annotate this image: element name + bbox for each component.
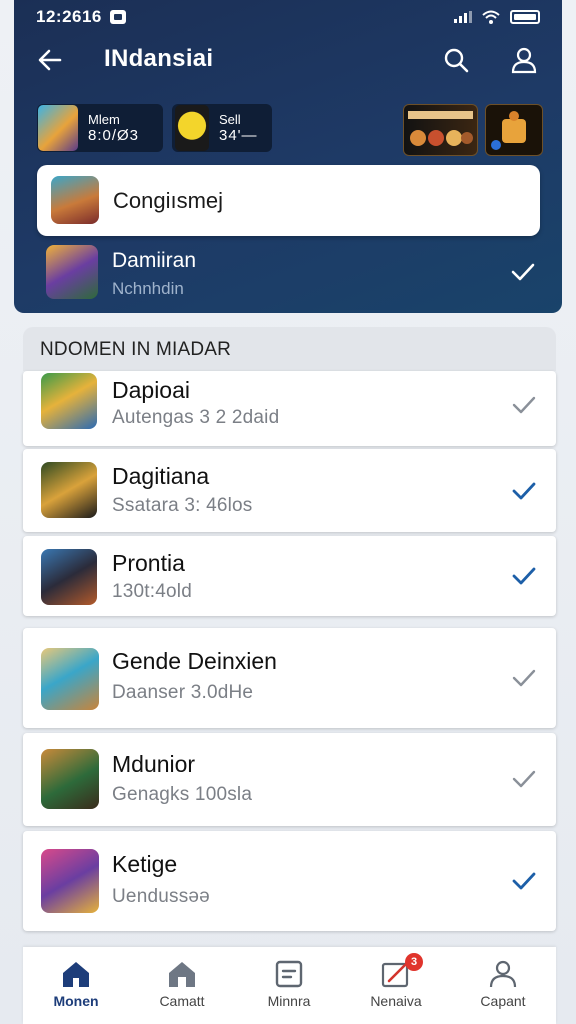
list-item[interactable]: Dapioai Autengas 3 2 2daid [23, 371, 556, 446]
list-item[interactable]: Gende Deinxien Daanser 3.0dHe [23, 628, 556, 728]
signal-icon [454, 11, 472, 23]
game-icon [41, 373, 97, 429]
notification-badge: 3 [405, 953, 423, 971]
section-header: NDOMEN IN MIADAR [23, 327, 556, 371]
item-subtitle: Genagks 100sla [112, 784, 253, 805]
game-icon [41, 648, 99, 710]
game-icon [41, 549, 97, 605]
battery-icon [510, 10, 540, 24]
tab-profile[interactable]: Capant [450, 947, 556, 1024]
featured-subtitle: Nchnhdin [112, 279, 184, 298]
profile-icon [489, 960, 517, 988]
search-input[interactable] [111, 182, 515, 220]
game-banner-art [491, 111, 526, 150]
game-banner[interactable] [403, 104, 478, 156]
item-subtitle: Uendussəə [112, 886, 210, 907]
list-item[interactable]: Mdunior Genagks 100sla [23, 733, 556, 826]
chip-value: 34'— [219, 127, 258, 144]
home-icon [63, 962, 89, 987]
item-title: Prontia [112, 550, 185, 576]
notification-icon [109, 10, 126, 24]
game-icon [41, 749, 99, 809]
store-icon [169, 962, 195, 987]
tab-store[interactable]: Camatt [129, 947, 235, 1024]
tab-label: Monen [53, 993, 99, 1009]
item-title: Dagitiana [112, 463, 210, 489]
section-title: NDOMEN IN MIADAR [40, 339, 232, 360]
wifi-icon [482, 10, 500, 24]
chip-label: Mlem [88, 112, 120, 127]
account-icon[interactable] [510, 46, 538, 74]
featured-title: Damiiran [112, 249, 197, 272]
check-icon[interactable] [510, 765, 538, 793]
featured-item[interactable]: Damiiran Nchnhdin [46, 243, 546, 303]
check-icon[interactable] [510, 867, 538, 895]
item-title: Mdunior [112, 751, 196, 777]
game-banner[interactable] [485, 104, 543, 156]
list-item[interactable]: Prontia 130t:4old [23, 536, 556, 616]
item-subtitle: Daanser 3.0dHe [112, 682, 254, 703]
tab-label: Camatt [159, 993, 205, 1009]
tab-home[interactable]: Monen [23, 947, 129, 1024]
item-title: Gende Deinxien [112, 648, 277, 674]
list-item[interactable]: Dagitiana Ssatara 3: 46los [23, 449, 556, 532]
game-thumbnail [38, 105, 78, 151]
search-bar[interactable] [37, 165, 540, 236]
item-subtitle: 130t:4old [112, 581, 192, 602]
game-icon [41, 849, 99, 913]
promo-chip[interactable]: Mlem 8:0/Ø3 [37, 104, 163, 152]
tab-documents[interactable]: Minnra [236, 947, 342, 1024]
promo-chip[interactable]: Sell 34'— [172, 104, 272, 152]
tab-label: Nenaiva [370, 993, 422, 1009]
status-bar: 12:2616 [14, 0, 562, 34]
item-subtitle: Ssatara 3: 46los [112, 495, 253, 516]
page-title: INdansiai [104, 45, 214, 72]
nav-bar: INdansiai [14, 34, 562, 86]
search-icon[interactable] [442, 46, 470, 74]
back-arrow-icon[interactable] [36, 46, 64, 74]
chip-label: Sell [219, 112, 241, 127]
item-subtitle: Autengas 3 2 2daid [112, 407, 280, 428]
tab-edit[interactable]: 3 Nenaiva [343, 947, 449, 1024]
tab-label: Capant [480, 993, 526, 1009]
game-avatar-icon [51, 176, 99, 224]
item-title: Dapioai [112, 377, 190, 403]
status-time: 12:2616 [36, 7, 102, 26]
game-banner-art [408, 111, 473, 146]
game-icon [41, 462, 97, 518]
check-icon[interactable] [510, 664, 538, 692]
bottom-nav: Monen Camatt Minnra 3 Nenaiva Capant [23, 947, 556, 1024]
check-icon[interactable] [510, 477, 538, 505]
list-item[interactable]: Ketige Uendussəə [23, 831, 556, 931]
document-icon [275, 960, 303, 988]
item-title: Ketige [112, 851, 178, 877]
check-icon[interactable] [510, 259, 536, 285]
game-icon [46, 245, 98, 299]
tab-label: Minnra [267, 993, 311, 1009]
chip-value: 8:0/Ø3 [88, 127, 140, 144]
check-icon[interactable] [510, 391, 538, 419]
check-icon[interactable] [510, 562, 538, 590]
game-thumbnail [175, 105, 209, 151]
